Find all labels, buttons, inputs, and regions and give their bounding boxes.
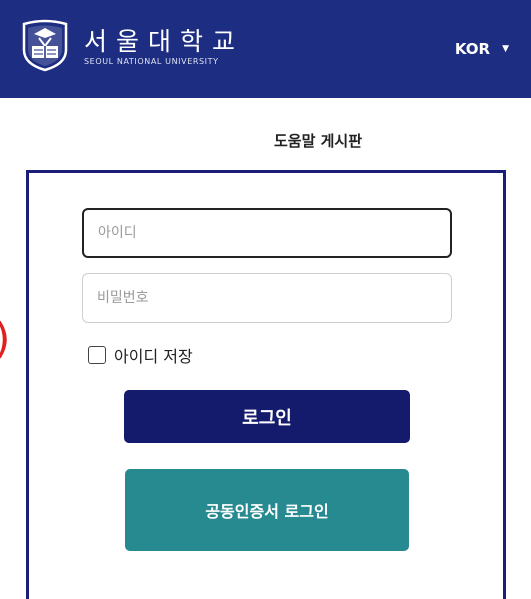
remember-id-option[interactable]: 아이디 저장 <box>88 343 193 367</box>
red-annotation-mark: ) <box>0 318 10 388</box>
user-id-input[interactable] <box>82 208 452 258</box>
language-selector[interactable]: KOR ▼ <box>455 40 509 58</box>
site-header: 서울대학교 SEOUL NATIONAL UNIVERSITY KOR ▼ <box>0 0 531 98</box>
caret-down-icon: ▼ <box>502 44 509 54</box>
brand-title-english: SEOUL NATIONAL UNIVERSITY <box>84 57 219 66</box>
snu-logo-icon[interactable] <box>18 16 72 72</box>
login-button[interactable]: 로그인 <box>124 390 410 443</box>
language-label: KOR <box>454 40 491 58</box>
certificate-login-button[interactable]: 공동인증서 로그인 <box>125 469 409 551</box>
password-input[interactable] <box>82 273 452 323</box>
remember-id-label: 아이디 저장 <box>114 347 193 366</box>
help-board-link[interactable]: 도움말 게시판 <box>274 130 362 151</box>
remember-id-checkbox[interactable] <box>88 346 106 364</box>
brand-title-korean: 서울대학교 <box>84 27 245 56</box>
